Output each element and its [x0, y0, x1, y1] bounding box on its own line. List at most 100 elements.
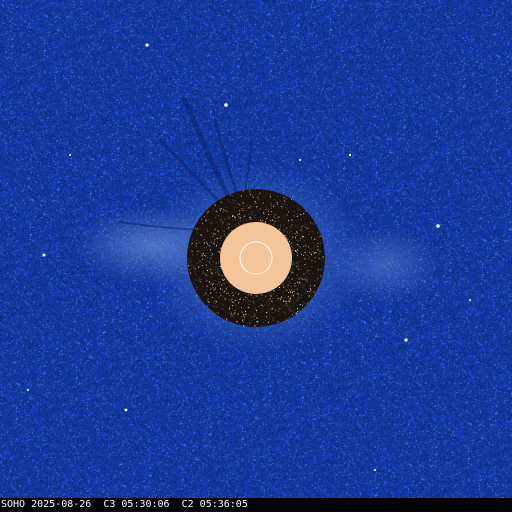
c2-speck [224, 311, 226, 313]
c2-speck [218, 263, 219, 265]
c2-speck [257, 197, 259, 199]
c2-speck [317, 269, 319, 271]
c2-speck [226, 224, 228, 226]
c2-speck [222, 308, 224, 310]
c2-speck [218, 252, 220, 254]
c2-speck [204, 247, 205, 249]
c2-speck [285, 305, 287, 306]
c2-speck [204, 255, 206, 256]
c2-speck [280, 299, 282, 301]
c2-speck [214, 287, 216, 289]
c2-speck [270, 298, 271, 300]
c2-speck [294, 285, 296, 287]
c2-speck [223, 282, 225, 284]
c2-speck [214, 204, 216, 206]
c2-speck [243, 206, 245, 207]
c2-speck [249, 219, 251, 221]
c2-speck [190, 268, 192, 270]
c2-speck [288, 220, 290, 222]
c2-speck [227, 225, 229, 227]
c2-speck [297, 293, 299, 295]
c2-speck [202, 265, 204, 267]
star [124, 408, 128, 412]
c2-speck [220, 295, 222, 297]
c2-speck [219, 251, 221, 253]
c2-speck [285, 198, 287, 200]
c2-speck [205, 275, 207, 277]
c2-speck [216, 245, 217, 247]
c2-speck [224, 290, 226, 292]
star [27, 389, 29, 391]
c2-speck [293, 293, 295, 295]
c2-speck [240, 217, 242, 219]
c2-speck [312, 252, 314, 254]
c2-speck [220, 239, 222, 241]
c2-speck [210, 309, 212, 311]
c2-speck [259, 298, 261, 300]
c2-speck [243, 215, 245, 217]
c2-speck [296, 243, 298, 245]
c2-speck [199, 260, 201, 262]
c2-speck [227, 292, 229, 294]
c2-speck [269, 196, 271, 198]
c2-speck [229, 230, 231, 231]
c2-speck [317, 245, 319, 247]
c2-speck [288, 300, 290, 302]
c2-speck [221, 275, 223, 277]
c2-speck [287, 222, 289, 224]
c2-speck [283, 230, 285, 232]
c2-speck [251, 315, 253, 317]
c2-speck [231, 314, 233, 316]
c2-speck [241, 316, 242, 318]
c2-speck [315, 244, 317, 246]
c2-speck [238, 213, 240, 215]
c2-speck [311, 266, 313, 268]
star [145, 43, 149, 47]
c2-speck [239, 298, 241, 300]
c2-speck [218, 269, 220, 271]
c2-speck [283, 215, 285, 217]
c2-speck [237, 216, 239, 218]
c2-speck [296, 235, 297, 237]
c2-speck [304, 226, 306, 228]
c2-speck [292, 263, 294, 265]
c2-speck [221, 218, 223, 220]
c2-speck [283, 291, 284, 293]
c2-speck [256, 296, 258, 298]
c2-speck [205, 293, 207, 295]
c2-speck [217, 231, 219, 233]
c2-speck [264, 304, 266, 306]
c2-speck [267, 321, 269, 323]
c2-speck [232, 195, 234, 197]
c2-speck [298, 278, 300, 280]
c2-speck [228, 285, 230, 287]
star [224, 103, 228, 107]
c2-speck [271, 205, 273, 207]
c2-speck [296, 293, 298, 294]
c2-speck [300, 297, 302, 299]
c2-speck [279, 289, 281, 291]
c2-speck [265, 221, 266, 223]
c2-speck [243, 299, 244, 301]
c2-speck [299, 281, 301, 283]
c2-speck [299, 276, 301, 278]
c2-speck [275, 218, 277, 219]
c2-speck [198, 280, 200, 282]
c2-speck [290, 297, 291, 299]
c2-speck [291, 270, 293, 272]
c2-speck [277, 216, 279, 218]
c2-speck [242, 190, 244, 192]
c2-speck [237, 313, 239, 315]
c2-speck [289, 236, 291, 237]
c2-speck [288, 308, 290, 310]
c2-speck [283, 224, 285, 226]
c2-speck [234, 304, 236, 306]
c2-speck [215, 292, 217, 293]
c2-speck [289, 304, 291, 306]
star [404, 338, 408, 342]
c2-speck [257, 294, 258, 296]
c2-speck [284, 235, 286, 237]
c2-speck [202, 222, 204, 224]
c2-speck [261, 311, 263, 313]
c2-speck [238, 302, 240, 304]
